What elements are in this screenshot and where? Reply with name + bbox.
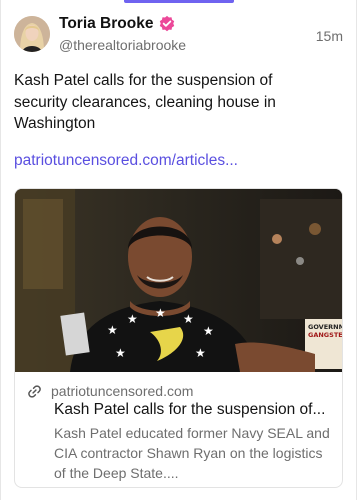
link-preview-card[interactable]: ★ ★ ★ ★ ★ ★ ★ GOVERNMENT GANGSTERS patri… bbox=[14, 188, 343, 488]
name-row: Toria Brooke bbox=[59, 15, 186, 33]
post-link[interactable]: patriotuncensored.com/articles... bbox=[14, 152, 238, 170]
verified-badge-icon bbox=[160, 15, 175, 32]
post-text: Kash Patel calls for the suspension of s… bbox=[14, 72, 276, 132]
post-header: Toria Brooke @therealtoriabrooke 15m bbox=[14, 14, 343, 60]
book-sign-text: GOVERNMENT bbox=[308, 323, 342, 331]
svg-text:★: ★ bbox=[183, 312, 194, 326]
link-preview-title[interactable]: Kash Patel calls for the suspension of..… bbox=[54, 401, 339, 419]
link-domain: patriotuncensored.com bbox=[51, 383, 194, 399]
link-preview-meta: patriotuncensored.com Kash Patel calls f… bbox=[15, 373, 342, 487]
author-handle[interactable]: @therealtoriabrooke bbox=[59, 37, 186, 53]
author-name[interactable]: Toria Brooke bbox=[59, 15, 153, 33]
author-info: Toria Brooke @therealtoriabrooke bbox=[59, 15, 186, 53]
link-preview-image[interactable]: ★ ★ ★ ★ ★ ★ ★ GOVERNMENT GANGSTERS bbox=[15, 189, 342, 372]
link-icon bbox=[28, 384, 41, 398]
post[interactable]: Toria Brooke @therealtoriabrooke 15m Kas… bbox=[0, 0, 357, 500]
post-timestamp: 15m bbox=[315, 28, 343, 44]
link-preview-description: Kash Patel educated former Navy SEAL and… bbox=[54, 425, 330, 481]
svg-text:GANGSTERS: GANGSTERS bbox=[308, 331, 342, 339]
svg-text:★: ★ bbox=[115, 346, 126, 360]
svg-text:★: ★ bbox=[203, 324, 214, 338]
avatar[interactable] bbox=[14, 16, 50, 52]
svg-text:★: ★ bbox=[127, 312, 138, 326]
svg-text:★: ★ bbox=[155, 306, 166, 320]
svg-text:★: ★ bbox=[195, 346, 206, 360]
link-domain-row: patriotuncensored.com bbox=[27, 383, 193, 399]
svg-text:★: ★ bbox=[107, 323, 118, 337]
